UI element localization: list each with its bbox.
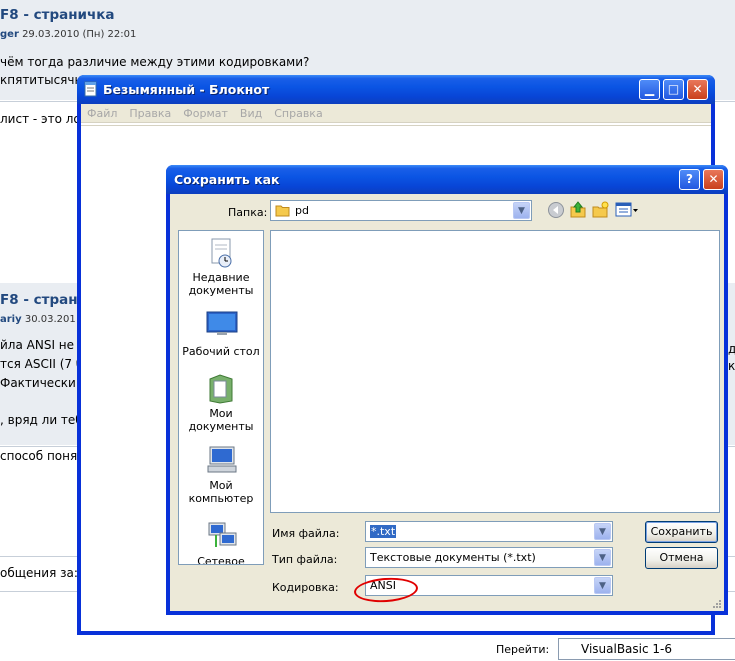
recent-documents-icon <box>206 237 236 268</box>
resize-grip-icon[interactable] <box>712 599 722 609</box>
post-text-line: чём тогда различие между этими кодировка… <box>0 55 310 69</box>
notepad-close-button[interactable]: ✕ <box>687 79 708 100</box>
place-label: Мой <box>209 479 233 492</box>
place-label: документы <box>188 284 254 297</box>
menu-format[interactable]: Формат <box>177 104 234 120</box>
help-icon: ? <box>686 172 693 186</box>
filename-label: Имя файла: <box>272 527 340 540</box>
places-bar: Недавние документы Рабочий стол Мои доку… <box>178 230 264 565</box>
place-my-computer[interactable]: Мой компьютер <box>179 445 263 505</box>
folder-up-icon[interactable] <box>568 201 588 221</box>
menu-edit[interactable]: Правка <box>123 104 177 120</box>
place-my-documents[interactable]: Мои документы <box>179 373 263 433</box>
goto-select[interactable]: VisualBasic 1-6 <box>558 638 735 660</box>
minimize-icon: ▁ <box>644 82 655 96</box>
stats-fragment: общения за: <box>0 566 78 580</box>
post-title[interactable]: F8 - страничка <box>0 7 115 23</box>
cancel-button[interactable]: Отмена <box>645 547 718 569</box>
views-menu-icon[interactable] <box>614 201 640 221</box>
menu-view[interactable]: Вид <box>234 104 268 120</box>
help-button[interactable]: ? <box>679 169 700 190</box>
dialog-body: Папка: pd ▼ Недавние документы Рабочий с… <box>170 194 724 611</box>
filename-value-wrap: *.txt <box>370 525 397 538</box>
save-button[interactable]: Сохранить <box>645 521 718 543</box>
close-icon: ✕ <box>708 172 719 186</box>
folder-value: pd <box>295 204 309 217</box>
post-meta: ariy 30.03.201 <box>0 314 76 325</box>
goto-value: VisualBasic 1-6 <box>581 642 673 656</box>
place-label: Рабочий стол <box>182 345 260 358</box>
place-label: Недавние <box>192 271 250 284</box>
notepad-menubar: Файл Правка Формат Вид Справка <box>81 104 711 123</box>
notepad-title: Безымянный - Блокнот <box>103 82 270 97</box>
network-icon <box>206 521 237 551</box>
post-text-fragment: к <box>728 359 735 373</box>
my-computer-icon <box>206 445 237 475</box>
folder-select[interactable]: pd ▼ <box>270 200 532 221</box>
post-text-line: , вряд ли теб <box>0 413 83 427</box>
file-list[interactable] <box>270 230 720 513</box>
place-network[interactable]: Сетевое <box>179 521 263 565</box>
filename-value: *.txt <box>370 525 397 538</box>
post-meta: ger 29.03.2010 (Пн) 22:01 <box>0 29 136 40</box>
post-title[interactable]: F8 - страни <box>0 292 87 308</box>
my-documents-icon <box>206 373 236 404</box>
post-date: 30.03.201 <box>24 314 76 325</box>
place-label: Сетевое <box>197 555 245 565</box>
dialog-titlebar[interactable]: Сохранить как ? ✕ <box>166 165 728 194</box>
chevron-down-icon[interactable]: ▼ <box>594 577 611 594</box>
dialog-close-button[interactable]: ✕ <box>703 169 724 190</box>
notepad-app-icon <box>83 81 99 100</box>
menu-file[interactable]: Файл <box>81 104 123 120</box>
post-text-fragment: лист - это лок <box>0 112 89 126</box>
new-folder-icon[interactable] <box>590 201 610 221</box>
close-icon: ✕ <box>692 82 703 96</box>
filename-input[interactable]: *.txt ▼ <box>365 521 613 542</box>
chevron-down-icon[interactable]: ▼ <box>594 549 611 566</box>
place-label: компьютер <box>188 492 254 505</box>
back-arrow-icon[interactable] <box>546 201 566 221</box>
post-author[interactable]: ger <box>0 29 19 40</box>
filetype-label: Тип файла: <box>272 553 338 566</box>
post-text-line: тся ASCII (7 б <box>0 357 84 371</box>
place-label: Мои документы <box>188 407 254 433</box>
place-recent-documents[interactable]: Недавние документы <box>179 237 263 297</box>
chevron-down-icon[interactable]: ▼ <box>513 202 530 219</box>
menu-help[interactable]: Справка <box>268 104 328 120</box>
filetype-value: Текстовые документы (*.txt) <box>370 551 536 564</box>
post-text-line: Фактически н <box>0 376 88 390</box>
post-author[interactable]: ariy <box>0 314 22 325</box>
minimize-button[interactable]: ▁ <box>639 79 660 100</box>
folder-icon <box>275 203 291 221</box>
encoding-label: Кодировка: <box>272 581 339 594</box>
post-datetime: 29.03.2010 (Пн) 22:01 <box>22 29 137 40</box>
maximize-icon: □ <box>667 82 680 96</box>
filetype-select[interactable]: Текстовые документы (*.txt) ▼ <box>365 547 613 568</box>
dialog-title: Сохранить как <box>174 172 280 187</box>
save-as-dialog: Сохранить как ? ✕ Папка: pd ▼ Недавние д… <box>166 165 728 615</box>
post-text-fragment: д <box>728 342 735 356</box>
chevron-down-icon[interactable]: ▼ <box>594 523 611 540</box>
folder-label: Папка: <box>228 206 268 219</box>
goto-label: Перейти: <box>496 643 550 656</box>
notepad-titlebar[interactable]: Безымянный - Блокнот ▁ □ ✕ <box>77 75 715 104</box>
post-text-line: йла ANSI не к <box>0 338 86 352</box>
place-desktop[interactable]: Рабочий стол <box>179 311 263 358</box>
desktop-icon <box>206 311 238 341</box>
maximize-button[interactable]: □ <box>663 79 684 100</box>
